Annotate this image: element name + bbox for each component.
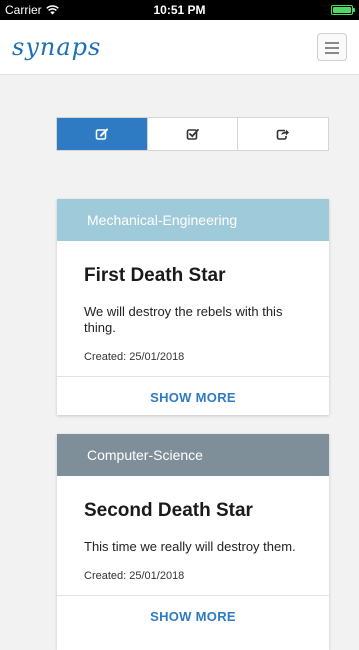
card-title: First Death Star	[84, 265, 226, 286]
card-category: Mechanical-Engineering	[57, 199, 329, 241]
app-logo[interactable]: synaps	[12, 33, 101, 61]
share-square-icon	[276, 129, 290, 140]
edit-square-icon	[95, 128, 108, 140]
tab-edit[interactable]	[57, 118, 148, 150]
card-description: We will destroy the rebels with this thi…	[84, 304, 283, 335]
card-category: Computer-Science	[57, 434, 329, 476]
project-card: Computer-Science Second Death Star This …	[57, 434, 329, 650]
show-more-button[interactable]: SHOW MORE	[57, 377, 329, 417]
project-card: Mechanical-Engineering First Death Star …	[57, 199, 329, 415]
card-created-date: Created: 25/01/2018	[84, 351, 185, 363]
check-square-icon	[186, 128, 199, 140]
filter-tabs	[56, 117, 329, 151]
card-description: This time we really will destroy them.	[84, 539, 296, 554]
card-body: Second Death Star This time we really wi…	[57, 500, 329, 582]
clock: 10:51 PM	[153, 3, 206, 17]
show-more-button[interactable]: SHOW MORE	[57, 596, 329, 636]
battery-level	[333, 7, 351, 13]
hamburger-icon	[325, 42, 339, 44]
menu-button[interactable]	[317, 33, 347, 61]
navbar: synaps	[0, 20, 359, 75]
battery-icon	[331, 5, 355, 15]
status-bar: Carrier 10:51 PM	[0, 0, 359, 20]
card-created-date: Created: 25/01/2018	[84, 570, 185, 582]
card-body: First Death Star We will destroy the reb…	[57, 265, 329, 363]
tab-completed[interactable]	[148, 118, 239, 150]
card-title: Second Death Star	[84, 500, 253, 521]
tab-shared[interactable]	[238, 118, 328, 150]
